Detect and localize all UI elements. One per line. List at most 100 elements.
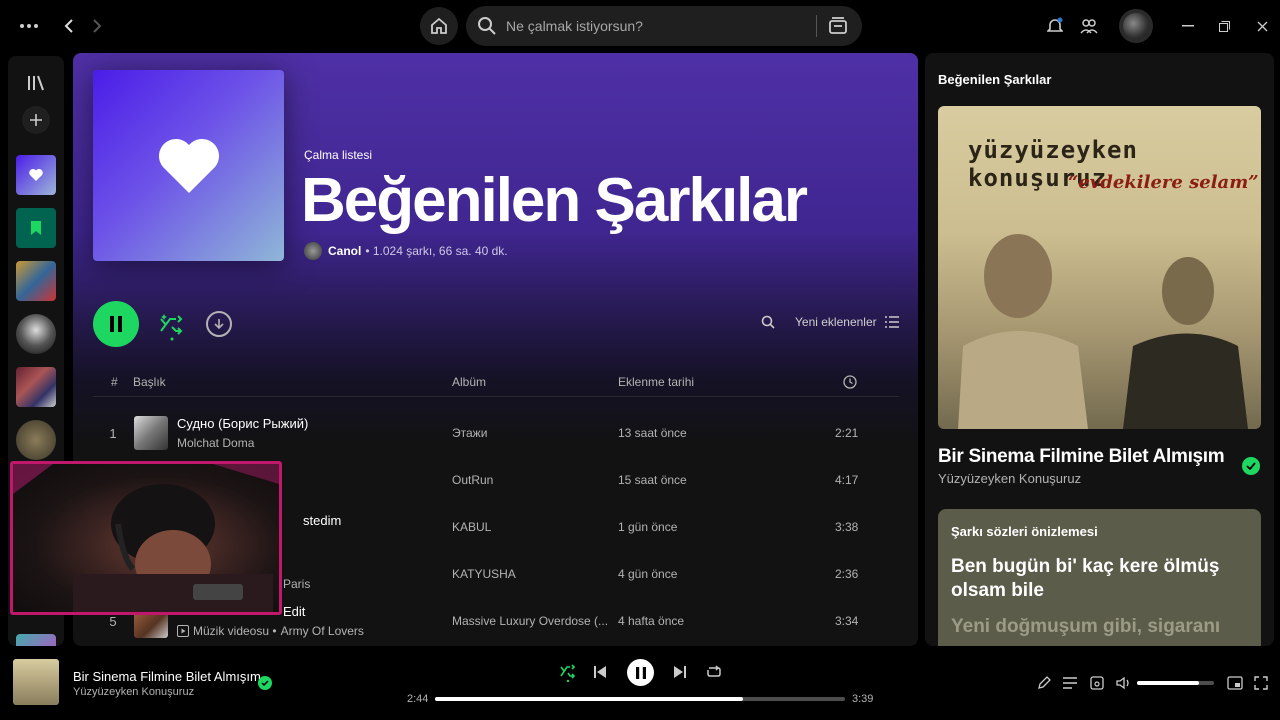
sidebar-item-artist[interactable] — [16, 420, 56, 460]
track-duration: 2:36 — [835, 567, 859, 581]
player-track-artist[interactable]: Yüzyüzeyken Konuşuruz — [73, 686, 194, 698]
mini-player-icon — [1227, 676, 1243, 690]
next-icon — [674, 666, 686, 678]
pencil-icon — [1038, 676, 1051, 689]
volume-fill — [1137, 681, 1199, 685]
saved-check-button[interactable] — [258, 676, 272, 690]
now-playing-cover[interactable] — [13, 659, 59, 705]
fullscreen-button[interactable] — [1253, 675, 1269, 691]
sort-controls: Yeni eklenenler — [761, 315, 899, 329]
sidebar-item-artist[interactable] — [16, 314, 56, 354]
now-playing-view-button[interactable] — [1036, 675, 1052, 691]
pause-icon — [110, 316, 122, 332]
search-divider — [816, 15, 817, 37]
queue-button[interactable] — [1062, 675, 1078, 691]
saved-check-button[interactable] — [1242, 457, 1260, 475]
sidebar-item-playlist[interactable] — [16, 367, 56, 407]
more-icon[interactable] — [18, 16, 40, 36]
download-button[interactable] — [206, 311, 232, 337]
sort-dropdown[interactable]: Yeni eklenenler — [795, 315, 877, 329]
user-avatar[interactable] — [1119, 9, 1153, 43]
sidebar-item-liked-songs[interactable] — [16, 155, 56, 195]
repeat-icon — [707, 665, 721, 677]
table-row[interactable]: 1 Судно (Борис Рыжий) Molchat Doma Этажи… — [93, 411, 899, 457]
search-input[interactable] — [506, 6, 806, 46]
restore-icon[interactable] — [1216, 16, 1232, 36]
volume-slider[interactable] — [1137, 681, 1214, 685]
track-artist[interactable]: Army Of Lovers — [281, 624, 364, 638]
previous-icon — [594, 666, 606, 678]
track-album[interactable]: OutRun — [452, 473, 493, 487]
minimize-icon[interactable] — [1180, 16, 1196, 36]
forward-icon[interactable] — [88, 16, 106, 36]
track-duration: 3:34 — [835, 614, 859, 628]
album-cover-subtitle: “evdekilere selam” — [1068, 172, 1259, 193]
next-button[interactable] — [672, 664, 688, 680]
track-album[interactable]: Massive Luxury Overdose (... — [452, 614, 608, 628]
column-header-duration[interactable] — [843, 375, 857, 392]
check-icon — [1246, 462, 1256, 470]
search-icon[interactable] — [761, 315, 775, 329]
queue-icon — [1063, 677, 1077, 689]
track-title[interactable]: stedim — [303, 513, 341, 528]
now-playing-artist[interactable]: Yüzyüzeyken Konuşuruz — [938, 471, 1081, 486]
column-header-album[interactable]: Albüm — [452, 375, 486, 389]
smart-shuffle-icon — [560, 664, 576, 682]
lyrics-preview-card[interactable]: Şarkı sözleri önizlemesi Ben bugün bi' k… — [938, 509, 1261, 646]
playlist-stats: • 1.024 şarkı, 66 sa. 40 dk. — [365, 244, 508, 258]
streamer-image — [13, 464, 279, 612]
mini-player-button[interactable] — [1226, 675, 1244, 691]
track-album[interactable]: Этажи — [452, 426, 487, 440]
column-header-added[interactable]: Eklenme tarihi — [618, 375, 694, 389]
progress-fill — [435, 697, 743, 701]
track-artist[interactable]: Paris — [283, 577, 310, 591]
browse-icon[interactable] — [828, 16, 848, 36]
lyrics-line: Ben bugün bi' kaç kere ölmüş olsam bile — [951, 556, 1220, 601]
previous-button[interactable] — [592, 664, 608, 680]
playlist-type-label: Çalma listesi — [304, 148, 373, 162]
pause-icon — [635, 666, 646, 679]
track-added: 13 saat önce — [618, 426, 687, 440]
top-bar — [0, 0, 1280, 52]
lyrics-line: Yeni doğmuşum gibi, sigaranı — [951, 616, 1221, 637]
track-added: 4 gün önce — [618, 567, 678, 581]
search-icon — [478, 17, 496, 35]
now-playing-panel-title[interactable]: Beğenilen Şarkılar — [938, 72, 1051, 87]
back-icon[interactable] — [60, 16, 78, 36]
now-playing-panel: Beğenilen Şarkılar yüzyüzeyken konuşuruz… — [925, 53, 1274, 646]
track-title[interactable]: Edit — [283, 604, 305, 619]
column-header-title[interactable]: Başlık — [133, 375, 166, 389]
home-icon — [431, 17, 447, 34]
friends-icon[interactable] — [1079, 16, 1099, 36]
smart-shuffle-button[interactable] — [558, 662, 578, 682]
sidebar-item-playlist[interactable] — [16, 634, 56, 646]
volume-icon — [1116, 676, 1129, 690]
pause-button[interactable] — [93, 301, 139, 347]
search-bar[interactable] — [466, 6, 862, 46]
play-pause-button[interactable] — [627, 659, 654, 686]
track-album[interactable]: KATYUSHA — [452, 567, 516, 581]
elapsed-time: 2:44 — [407, 693, 429, 705]
mute-button[interactable] — [1115, 675, 1133, 691]
track-number: 1 — [109, 426, 117, 441]
library-icon[interactable] — [24, 72, 48, 94]
smart-shuffle-button[interactable] — [158, 311, 186, 346]
player-track-title[interactable]: Bir Sinema Filmine Bilet Almışım — [73, 669, 261, 684]
now-playing-title[interactable]: Bir Sinema Filmine Bilet Almışım — [938, 446, 1225, 468]
track-album[interactable]: KABUL — [452, 520, 491, 534]
bell-icon[interactable] — [1045, 16, 1065, 36]
heart-icon — [158, 138, 219, 193]
track-title[interactable]: Судно (Борис Рыжий) — [177, 416, 308, 431]
sidebar-item-playlist[interactable] — [16, 261, 56, 301]
list-view-icon[interactable] — [884, 316, 899, 328]
create-playlist-button[interactable] — [22, 106, 50, 134]
owner-link[interactable]: Canol — [328, 244, 361, 258]
sidebar-item-episodes[interactable] — [16, 208, 56, 248]
connect-device-button[interactable] — [1089, 675, 1105, 691]
repeat-button[interactable] — [705, 664, 723, 680]
album-cover: yüzyüzeyken konuşuruz “evdekilere selam” — [938, 106, 1261, 429]
home-button[interactable] — [420, 7, 458, 45]
progress-bar[interactable] — [435, 697, 845, 701]
track-artist[interactable]: Molchat Doma — [177, 436, 254, 450]
close-icon[interactable] — [1254, 16, 1270, 36]
